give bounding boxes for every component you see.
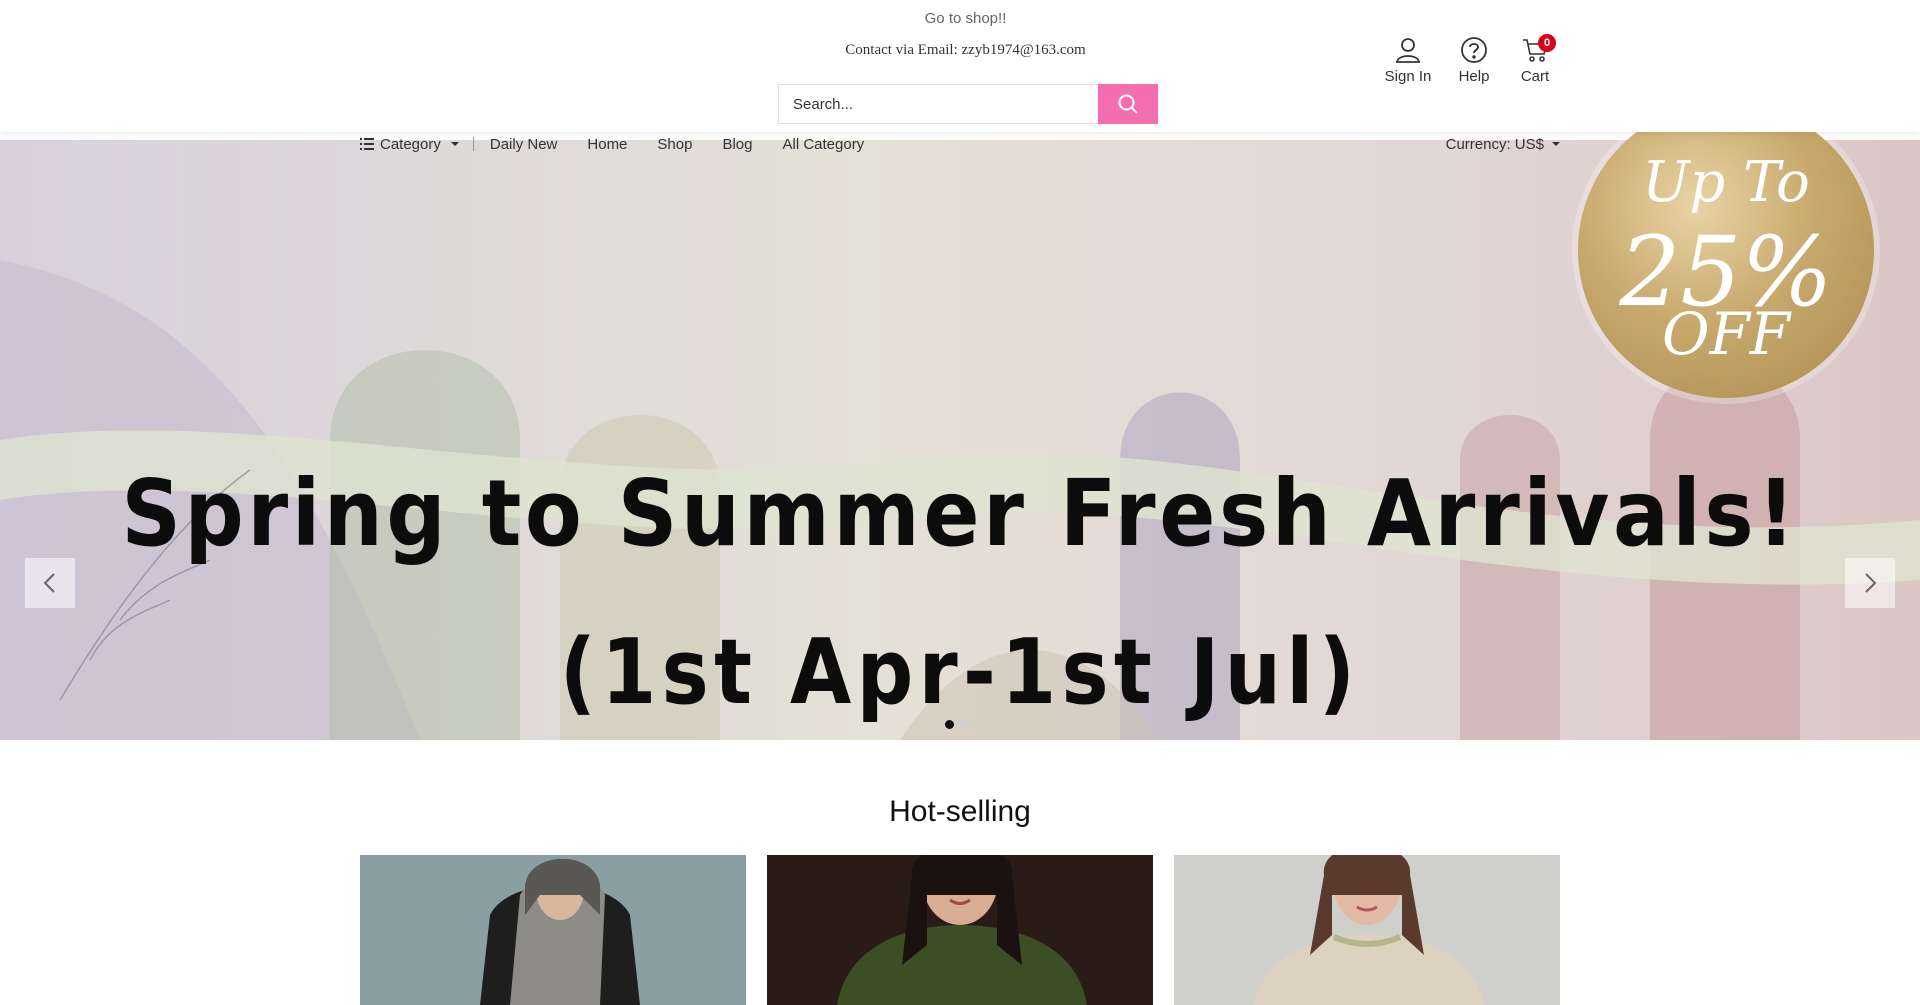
chevron-left-icon (43, 573, 55, 593)
sign-in-label: Sign In (1384, 68, 1432, 85)
currency-selector[interactable]: Currency: US$ (1446, 136, 1560, 153)
category-label: Category (380, 135, 441, 153)
help-label: Help (1458, 68, 1490, 85)
search-input[interactable] (778, 84, 1098, 124)
sign-in-button[interactable]: Sign In (1378, 36, 1438, 85)
nav-link-daily-new[interactable]: Daily New (490, 136, 558, 153)
product-grid (360, 855, 1560, 1005)
help-icon (1461, 37, 1487, 63)
banner-headline: Spring to Summer Fresh Arrivals! (121, 460, 1799, 567)
carousel-prev-button[interactable] (25, 558, 75, 608)
user-icon (1395, 38, 1421, 63)
list-icon (360, 138, 374, 150)
main-nav: Category Daily New Home Shop Blog All Ca… (360, 134, 1560, 154)
product-image (1174, 855, 1560, 1005)
nav-link-all-category[interactable]: All Category (782, 136, 864, 153)
product-card[interactable] (767, 855, 1153, 1005)
carousel-dot-1[interactable] (945, 720, 954, 729)
search-bar (778, 84, 1158, 124)
product-image (767, 855, 1153, 1005)
nav-link-shop[interactable]: Shop (657, 136, 692, 153)
discount-badge-bottom: OFF (1661, 300, 1791, 368)
banner-subline: (1st Apr-1st Jul) (559, 620, 1361, 725)
help-button[interactable]: Help (1444, 36, 1504, 85)
product-card[interactable] (360, 855, 746, 1005)
section-title-hot-selling: Hot-selling (889, 795, 1031, 828)
caret-down-icon (450, 142, 459, 146)
carousel-next-button[interactable] (1845, 558, 1895, 608)
category-dropdown[interactable]: Category (360, 135, 474, 153)
nav-link-blog[interactable]: Blog (722, 136, 752, 153)
contact-email: Contact via Email: zzyb1974@163.com (845, 42, 1086, 58)
discount-badge-top: Up To (1642, 150, 1810, 215)
product-image (360, 855, 746, 1005)
search-button[interactable] (1098, 84, 1158, 124)
cart-label: Cart (1520, 68, 1550, 85)
user-tools: Sign In Help Cart 0 (1378, 34, 1560, 85)
carousel-dot-2[interactable] (960, 720, 969, 729)
carousel-dots (945, 720, 969, 729)
chevron-right-icon (1865, 573, 1877, 593)
product-card[interactable] (1174, 855, 1560, 1005)
site-header: Go to shop!! Contact via Email: zzyb1974… (0, 0, 1920, 132)
nav-link-home[interactable]: Home (587, 136, 627, 153)
cart-count-badge: 0 (1538, 34, 1556, 52)
header-tagline[interactable]: Go to shop!! (0, 10, 1920, 27)
cart-button[interactable]: Cart 0 (1510, 34, 1560, 85)
currency-label: Currency: US$ (1445, 135, 1544, 153)
search-icon (1118, 94, 1138, 114)
caret-down-icon (1552, 142, 1560, 146)
